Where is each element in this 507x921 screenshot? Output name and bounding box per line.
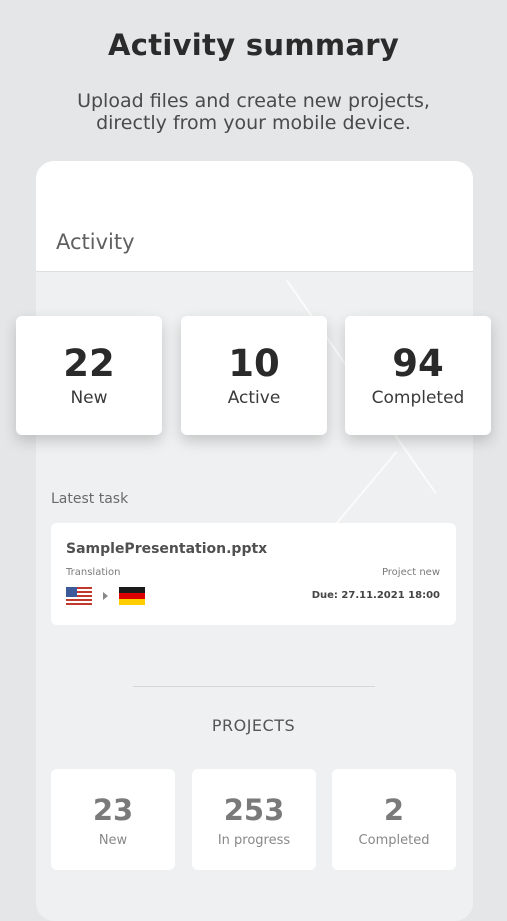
projects-heading: PROJECTS [211, 716, 296, 735]
project-card-completed[interactable]: 2 Completed [332, 769, 456, 870]
us-flag-icon [66, 587, 92, 605]
task-type: Translation [66, 567, 121, 578]
stat-value: 22 [63, 342, 115, 385]
stat-value: 94 [392, 342, 444, 385]
project-label: New [98, 833, 128, 848]
project-card-in-progress[interactable]: 253 In progress [192, 769, 316, 870]
app-header: Activity [36, 161, 473, 272]
stat-card-completed[interactable]: 94 Completed [345, 316, 491, 435]
project-count: 253 [223, 793, 285, 827]
project-card-new[interactable]: 23 New [51, 769, 175, 870]
arrow-right-icon [103, 592, 108, 600]
task-due-date: Due: 27.11.2021 18:00 [311, 590, 440, 601]
project-count: 2 [383, 793, 405, 827]
subtitle-line-1: Upload files and create new projects, [77, 90, 430, 112]
stat-card-active[interactable]: 10 Active [181, 316, 327, 435]
section-divider [133, 686, 375, 687]
task-status: Project new [381, 567, 440, 578]
subtitle-line-2: directly from your mobile device. [96, 112, 411, 134]
project-label: In progress [217, 833, 291, 848]
stat-value: 10 [228, 342, 280, 385]
task-file-name: SamplePresentation.pptx [66, 541, 268, 557]
page-title: Activity summary [107, 28, 400, 62]
stat-label: Completed [371, 388, 465, 408]
stat-label: New [70, 388, 108, 408]
project-label: Completed [358, 833, 430, 848]
germany-flag-icon [119, 587, 145, 605]
latest-task-label: Latest task [51, 491, 129, 507]
page-subtitle: Upload files and create new projects, di… [40, 90, 467, 134]
stat-label: Active [227, 388, 281, 408]
project-count: 23 [92, 793, 134, 827]
screen-title: Activity [56, 230, 135, 254]
latest-task-card[interactable]: SamplePresentation.pptx Translation Proj… [51, 523, 456, 625]
stat-card-new[interactable]: 22 New [16, 316, 162, 435]
